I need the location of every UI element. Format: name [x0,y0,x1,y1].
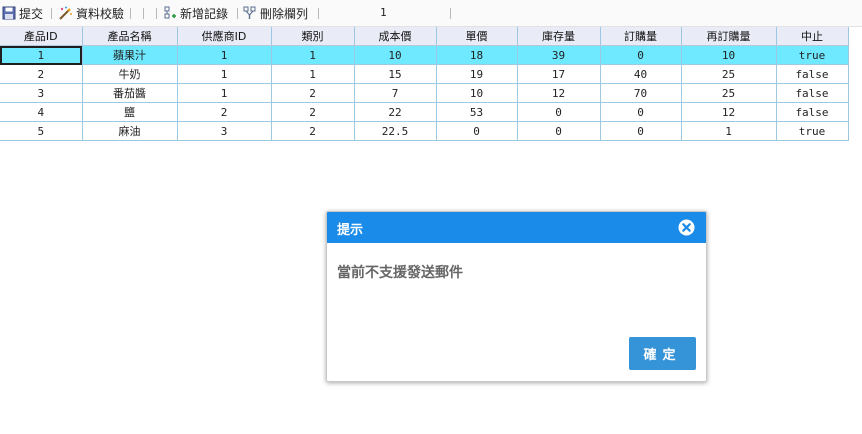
table-cell[interactable]: false [776,64,849,84]
table-cell[interactable]: 10 [436,83,518,103]
magic-wand-icon [58,6,73,20]
delete-column-icon [243,6,257,20]
table-row[interactable]: 5 麻油 3 2 22.5 0 0 0 1 true [0,121,849,141]
table-cell[interactable]: 10 [681,45,777,65]
delete-column-label: 刪除欄列 [260,6,309,21]
table-cell[interactable]: 0 [517,121,601,141]
add-record-label: 新增記錄 [180,6,229,21]
submit-button[interactable]: 提交 [2,4,43,22]
table-cell[interactable]: 39 [517,45,601,65]
column-header-supplier-id[interactable]: 供應商ID [177,27,272,46]
table-row[interactable]: 4 鹽 2 2 22 53 0 0 12 false [0,102,849,122]
table-row[interactable]: 1 蘋果汁 1 1 10 18 39 0 10 true [0,45,849,65]
table-cell[interactable]: 1 [271,45,355,65]
table-cell[interactable]: 5 [0,121,83,141]
table-cell[interactable]: false [776,102,849,122]
table-cell[interactable]: 10 [354,45,437,65]
table-cell[interactable]: 19 [436,64,518,84]
table-cell[interactable]: 0 [517,102,601,122]
table-cell[interactable]: 12 [517,83,601,103]
table-cell[interactable]: 22.5 [354,121,437,141]
table-cell[interactable]: true [776,45,849,65]
table-cell[interactable]: 2 [271,83,355,103]
insert-row-icon [163,6,177,20]
toolbar-separator [237,8,238,19]
data-grid: 產品ID 產品名稱 供應商ID 類別 成本價 單價 庫存量 訂購量 再訂購量 中… [0,27,849,141]
table-cell[interactable]: 15 [354,64,437,84]
table-cell[interactable]: 2 [271,121,355,141]
table-cell[interactable]: 18 [436,45,518,65]
table-cell[interactable]: 25 [681,83,777,103]
table-cell[interactable]: 3 [0,83,83,103]
table-cell[interactable]: false [776,83,849,103]
toolbar: 提交 資料校驗 新增記錄 刪除欄列 1 [0,0,862,27]
table-cell[interactable]: 蘋果汁 [82,45,178,65]
dialog-message: 當前不支援發送郵件 [337,265,463,281]
table-cell[interactable]: 麻油 [82,121,178,141]
table-cell[interactable]: 12 [681,102,777,122]
table-cell[interactable]: 25 [681,64,777,84]
table-cell[interactable]: 3 [177,121,272,141]
toolbar-separator [450,8,451,19]
save-icon [2,6,16,20]
page-indicator: 1 [380,6,387,19]
submit-label: 提交 [19,6,44,21]
table-cell[interactable]: 牛奶 [82,64,178,84]
column-header-discontinued[interactable]: 中止 [776,27,849,46]
table-cell[interactable]: 1 [0,45,83,65]
report-page: 提交 資料校驗 新增記錄 刪除欄列 1 產品ID 產品名稱 供應商ID 類別 成… [0,0,862,434]
validate-label: 資料校驗 [76,6,125,21]
table-cell[interactable]: 40 [600,64,682,84]
table-row[interactable]: 3 番茄醬 1 2 7 10 12 70 25 false [0,83,849,103]
toolbar-separator [143,8,144,19]
toolbar-separator [156,8,157,19]
add-record-button[interactable]: 新增記錄 [163,4,228,22]
table-cell[interactable]: 22 [354,102,437,122]
column-header-product-name[interactable]: 產品名稱 [82,27,178,46]
table-cell[interactable]: 0 [436,121,518,141]
table-cell[interactable]: 2 [271,102,355,122]
column-header-category[interactable]: 類別 [271,27,355,46]
table-cell[interactable]: 1 [177,64,272,84]
table-cell[interactable]: true [776,121,849,141]
table-cell[interactable]: 1 [271,64,355,84]
column-header-cost-price[interactable]: 成本價 [354,27,437,46]
validate-button[interactable]: 資料校驗 [58,4,124,22]
table-row[interactable]: 2 牛奶 1 1 15 19 17 40 25 false [0,64,849,84]
toolbar-separator [318,8,319,19]
dialog-header: 提示 [327,212,706,243]
alert-dialog: 提示 當前不支援發送郵件 確定 [326,211,707,382]
table-cell[interactable]: 0 [600,45,682,65]
table-cell[interactable]: 2 [0,64,83,84]
dialog-title: 提示 [337,223,364,238]
table-cell[interactable]: 70 [600,83,682,103]
table-cell[interactable]: 17 [517,64,601,84]
close-circle-icon[interactable] [678,219,695,236]
header-row: 產品ID 產品名稱 供應商ID 類別 成本價 單價 庫存量 訂購量 再訂購量 中… [0,27,849,46]
column-header-unit-price[interactable]: 單價 [436,27,518,46]
delete-column-button[interactable]: 刪除欄列 [243,4,308,22]
column-header-product-id[interactable]: 產品ID [0,27,83,46]
table-cell[interactable]: 1 [177,45,272,65]
table-cell[interactable]: 7 [354,83,437,103]
ok-button[interactable]: 確定 [629,337,696,370]
table-cell[interactable]: 1 [681,121,777,141]
column-header-stock[interactable]: 庫存量 [517,27,601,46]
table-cell[interactable]: 53 [436,102,518,122]
toolbar-separator [51,8,52,19]
table-cell[interactable]: 0 [600,121,682,141]
table-cell[interactable]: 鹽 [82,102,178,122]
column-header-reorder-level[interactable]: 再訂購量 [681,27,777,46]
table-cell[interactable]: 番茄醬 [82,83,178,103]
toolbar-separator [130,8,131,19]
table-cell[interactable]: 1 [177,83,272,103]
column-header-on-order[interactable]: 訂購量 [600,27,682,46]
table-cell[interactable]: 4 [0,102,83,122]
table-cell[interactable]: 0 [600,102,682,122]
table-cell[interactable]: 2 [177,102,272,122]
